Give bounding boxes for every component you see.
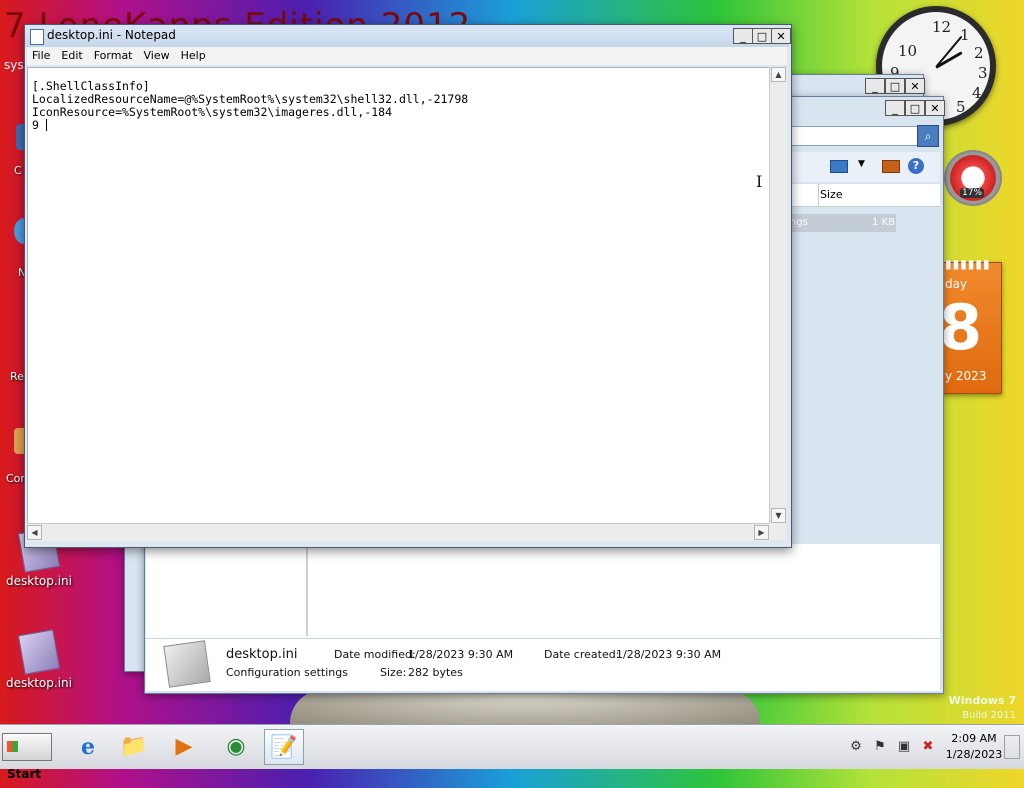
close-button[interactable]: ✕ — [771, 28, 791, 44]
ini-file-icon — [163, 640, 211, 688]
details-filetype: Configuration settings — [226, 666, 348, 679]
network-icon[interactable]: ▣ — [896, 739, 912, 755]
notepad-icon — [30, 29, 44, 45]
start-button[interactable]: Start — [2, 733, 52, 781]
scroll-left-arrow-icon[interactable]: ◀ — [27, 525, 42, 540]
help-icon[interactable]: ? — [908, 158, 924, 174]
explorer-column-header: Size — [790, 184, 940, 207]
close-button[interactable]: ✕ — [925, 100, 945, 116]
vertical-scrollbar[interactable]: ▲ ▼ — [769, 67, 787, 523]
taskbar-time: 2:09 AM — [951, 732, 997, 745]
start-label: Start — [7, 767, 42, 781]
show-desktop-button[interactable] — [1004, 735, 1020, 759]
maximize-button[interactable]: □ — [752, 28, 772, 44]
media-player-icon[interactable]: ▶ — [164, 729, 204, 765]
explorer-toolbar: ▼ ? — [790, 152, 940, 182]
folder-icon[interactable]: 📁 — [114, 729, 154, 765]
windows-logo-icon — [7, 741, 18, 752]
details-filename: desktop.ini — [226, 647, 298, 662]
calendar-rings: ▮▮▮▮▮▮ — [945, 257, 991, 271]
scroll-up-arrow-icon[interactable]: ▲ — [771, 67, 786, 82]
editor-content: [.ShellClassInfo] LocalizedResourceName=… — [32, 79, 469, 132]
column-size-header[interactable]: Size — [820, 188, 843, 201]
internet-explorer-icon[interactable]: e — [68, 729, 108, 765]
taskbar-clock[interactable]: 2:09 AM 1/28/2023 — [944, 731, 1004, 763]
desktop-user-label: sys — [4, 58, 24, 72]
desktop-icon-label: Cor — [6, 472, 25, 485]
menu-view[interactable]: View — [139, 47, 176, 62]
details-date-modified-label: Date modified: — [334, 648, 416, 661]
minimize-button[interactable]: _ — [885, 100, 905, 116]
desktop-icon-label: C — [14, 164, 22, 177]
menu-bar: File Edit Format View Help — [27, 47, 787, 65]
ini-file-icon — [17, 629, 61, 675]
calendar-year: y 2023 — [945, 369, 987, 383]
notepad-title-bar[interactable]: desktop.ini - Notepad _ □ ✕ — [25, 25, 791, 47]
explorer-search-input[interactable] — [790, 126, 918, 146]
details-date-created-label: Date created: — [544, 648, 620, 661]
clock-number: 5 — [956, 98, 966, 116]
clock-number: 10 — [898, 42, 918, 60]
taskbar: Start e 📁 ▶ ◉ 📝 ⚙ ⚑ ▣ ✖ 2:09 AM 1/28/202… — [0, 724, 1024, 781]
close-button[interactable]: ✕ — [905, 78, 925, 94]
desktop-file-desktop-ini[interactable]: desktop.ini — [4, 629, 74, 690]
clock-number: 3 — [978, 64, 988, 82]
menu-help[interactable]: Help — [176, 47, 212, 62]
search-icon[interactable]: ⌕ — [917, 125, 939, 147]
window-title: desktop.ini - Notepad — [47, 28, 176, 42]
menu-edit[interactable]: Edit — [56, 47, 88, 62]
wallpaper-brand: Windows 7 — [948, 694, 1016, 707]
wallpaper-brand-sub: Build 2011 — [962, 710, 1016, 721]
clock-number: 2 — [974, 44, 984, 62]
minimize-button[interactable]: _ — [733, 28, 753, 44]
details-date-modified: 1/28/2023 9:30 AM — [408, 648, 514, 661]
text-caret — [45, 119, 47, 131]
resize-grip-icon[interactable] — [769, 523, 786, 540]
explorer-navigation-pane[interactable] — [146, 544, 308, 636]
details-size: 282 bytes — [408, 666, 463, 679]
chrome-icon[interactable]: ◉ — [216, 729, 256, 765]
calendar-day: day — [945, 277, 968, 291]
file-row-name: ngs — [790, 217, 808, 228]
action-center-icon[interactable]: ⚙ — [848, 739, 864, 755]
clock-number: 1 — [960, 26, 970, 44]
notepad-taskbar-icon[interactable]: 📝 — [264, 729, 304, 765]
details-pane: desktop.ini Configuration settings Date … — [146, 638, 940, 691]
menu-file[interactable]: File — [27, 47, 56, 62]
menu-format[interactable]: Format — [89, 47, 139, 62]
clock-number: 4 — [972, 84, 982, 102]
flag-icon[interactable]: ⚑ — [872, 739, 888, 755]
maximize-button[interactable]: □ — [885, 78, 905, 94]
clock-number: 12 — [932, 18, 952, 36]
preview-pane-icon[interactable] — [882, 160, 900, 173]
wallpaper-sculpture — [290, 690, 760, 728]
column-divider — [818, 184, 819, 206]
maximize-button[interactable]: □ — [905, 100, 925, 116]
scroll-down-arrow-icon[interactable]: ▼ — [771, 508, 786, 523]
chevron-down-icon[interactable]: ▼ — [858, 159, 865, 169]
minimize-button[interactable]: _ — [865, 78, 885, 94]
notepad-window[interactable]: desktop.ini - Notepad _ □ ✕ File Edit Form… — [24, 24, 792, 548]
text-cursor-icon: I — [756, 172, 763, 191]
desktop-icon-label: Re — [10, 370, 24, 383]
desktop-file-label: desktop.ini — [6, 574, 72, 588]
scroll-right-arrow-icon[interactable]: ▶ — [754, 525, 769, 540]
taskbar-date: 1/28/2023 — [945, 748, 1003, 761]
cpu-meter-percent: 17% — [960, 188, 985, 198]
text-editor[interactable]: [.ShellClassInfo] LocalizedResourceName=… — [27, 67, 771, 525]
horizontal-scrollbar[interactable]: ◀ ▶ — [27, 523, 769, 541]
view-icon[interactable] — [830, 160, 848, 173]
desktop-file-label: desktop.ini — [6, 676, 72, 690]
calendar-gadget[interactable]: ▮▮▮▮▮▮ day 8 y 2023 — [939, 257, 1002, 394]
details-date-created: 1/28/2023 9:30 AM — [616, 648, 722, 661]
file-row-selected[interactable]: ngs 1 KB — [790, 214, 896, 232]
file-row-size: 1 KB — [872, 217, 895, 228]
calendar-date: 8 — [939, 291, 983, 364]
volume-muted-icon[interactable]: ✖ — [920, 739, 936, 755]
details-size-label: Size: — [380, 666, 407, 679]
